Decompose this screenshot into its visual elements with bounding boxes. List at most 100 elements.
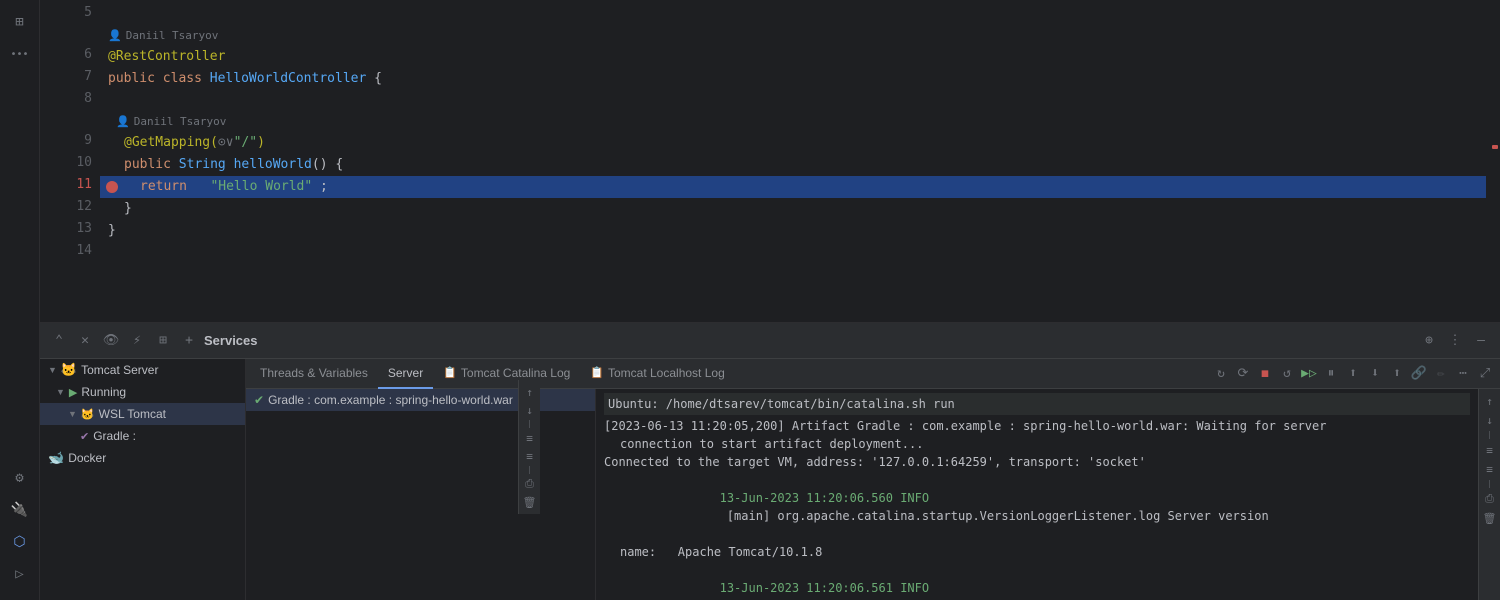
check-icon: ✔ [254, 393, 264, 407]
more-dots-icon[interactable]: ••• [6, 40, 34, 68]
catalina-icon: 📋 [443, 366, 457, 379]
artifact-align-btn[interactable]: ≡ [522, 448, 538, 464]
code-line-9: @GetMapping(⊙∨"/") [100, 132, 1486, 154]
console-line-5: 13-Jun-2023 11:20:06.561 INFO [main] org… [604, 561, 1470, 600]
stop-server-btn[interactable]: ◼ [1254, 363, 1276, 385]
wsl-label: WSL Tomcat [99, 407, 166, 421]
gradle-icon: ✔ [80, 430, 89, 443]
pause-btn[interactable]: ⏸ [1320, 363, 1342, 385]
console-panel: Ubuntu: /home/dtsarev/tomcat/bin/catalin… [596, 389, 1478, 600]
minimize-panel-icon[interactable]: — [1470, 330, 1492, 352]
deploy-up-btn[interactable]: ⬆ [1342, 363, 1364, 385]
separator [529, 420, 530, 428]
collapse-icon: ▼ [56, 387, 65, 397]
collapse-icon: ▼ [68, 409, 77, 419]
editor-area: 5 6 7 8 9 10 11 12 13 14 👤 Daniil Tsa [40, 0, 1500, 322]
localhost-icon: 📋 [590, 366, 604, 379]
plugins-icon[interactable]: 🔌 [6, 496, 34, 524]
upload-btn[interactable]: ⬆ [1386, 363, 1408, 385]
filter-icon[interactable]: ⚡ [126, 330, 148, 352]
console-line-4: name: Apache Tomcat/10.1.8 [604, 543, 1470, 561]
services-body: ▼ 🐱 Tomcat Server ▼ ▶ Running ▼ 🐱 WSL To… [40, 359, 1500, 600]
separator2 [529, 466, 530, 474]
view-icon[interactable]: 👁 [100, 330, 122, 352]
code-container: 5 6 7 8 9 10 11 12 13 14 👤 Daniil Tsa [40, 0, 1500, 322]
collapse-icon: ▼ [48, 365, 57, 375]
undeploy-btn[interactable]: ⬇ [1364, 363, 1386, 385]
artifact-delete-btn[interactable]: 🗑 [522, 494, 538, 510]
gradle-label: Gradle : [93, 429, 136, 443]
expand-icon[interactable]: ⊕ [1418, 330, 1440, 352]
refresh-left-btn[interactable]: ↻ [1210, 363, 1232, 385]
tab-threads[interactable]: Threads & Variables [250, 359, 378, 389]
settings-gear-icon[interactable]: ⚙ [6, 464, 34, 492]
tab-server[interactable]: Server [378, 359, 433, 389]
refresh-right-btn[interactable]: ⟳ [1232, 363, 1254, 385]
services-icon[interactable]: ⬡ [6, 528, 34, 556]
more-toolbar-btn[interactable]: ⋯ [1452, 363, 1474, 385]
structure-icon[interactable]: ⊞ [6, 8, 34, 36]
code-line-11: return "Hello World" ; [100, 176, 1486, 198]
expand-console-btn[interactable]: ⤢ [1474, 363, 1496, 385]
resume-btn[interactable]: ▶▷ [1298, 363, 1320, 385]
console-line-0: [2023-06-13 11:20:05,200] Artifact Gradl… [604, 417, 1470, 435]
clear-btn[interactable]: 🗑 [1482, 510, 1498, 526]
scroll-up-btn[interactable]: ↑ [1482, 393, 1498, 409]
services-header: ⌃ ✕ 👁 ⚡ ⊞ + Services ⊕ ⋮ — [40, 323, 1500, 359]
close-icon[interactable]: ✕ [74, 330, 96, 352]
artifact-down-btn[interactable]: ↓ [522, 402, 538, 418]
scroll-down-btn[interactable]: ↓ [1482, 412, 1498, 428]
artifact-print-btn[interactable]: ⎙ [522, 476, 538, 492]
tab-catalina[interactable]: 📋 Tomcat Catalina Log [433, 359, 580, 389]
tomcat-server-icon: 🐱 [61, 362, 77, 378]
link-btn[interactable]: 🔗 [1408, 363, 1430, 385]
main-content: 5 6 7 8 9 10 11 12 13 14 👤 Daniil Tsa [40, 0, 1500, 600]
code-line-8 [100, 90, 1486, 112]
code-line [100, 4, 1486, 26]
vsep2 [1489, 480, 1490, 488]
add-icon[interactable]: + [178, 330, 200, 352]
tree-item-tomcat[interactable]: ▼ 🐱 Tomcat Server [40, 359, 245, 381]
console-line-2: Connected to the target VM, address: '12… [604, 453, 1470, 471]
services-panel: ⌃ ✕ 👁 ⚡ ⊞ + Services ⊕ ⋮ — ▼ 🐱 Tomcat Se… [40, 322, 1500, 600]
more-options-icon[interactable]: ⋮ [1444, 330, 1466, 352]
tree-item-gradle[interactable]: ✔ Gradle : [40, 425, 245, 447]
artifact-up-btn[interactable]: ↑ [522, 389, 538, 400]
docker-icon: 🐋 [48, 450, 64, 466]
right-panel-actions: ↑ ↓ ≡ ≡ ⎙ 🗑 [1478, 389, 1500, 600]
tree-item-running[interactable]: ▼ ▶ Running [40, 381, 245, 403]
artifact-list-btn[interactable]: ≡ [522, 430, 538, 446]
soft-wrap-btn[interactable]: ≡ [1482, 442, 1498, 458]
code-line-13: } [100, 220, 1486, 242]
code-content: 👤 Daniil Tsaryov @RestController public … [100, 0, 1486, 322]
left-sidebar: ⊞ ••• ⚙ 🔌 ⬡ ▷ [0, 0, 40, 600]
scroll-end-btn[interactable]: ≡ [1482, 461, 1498, 477]
services-content: ✔ Gradle : com.example : spring-hello-wo… [246, 389, 1500, 600]
print-btn[interactable]: ⎙ [1482, 491, 1498, 507]
code-line-7: public class HelloWorldController { [100, 68, 1486, 90]
services-title: Services [204, 333, 258, 348]
code-line-6: @RestController [100, 46, 1486, 68]
rerun-btn[interactable]: ↺ [1276, 363, 1298, 385]
minimap-breakpoint [1492, 145, 1498, 149]
group-icon[interactable]: ⊞ [152, 330, 174, 352]
wsl-icon: 🐱 [81, 408, 95, 421]
code-line-14 [100, 242, 1486, 264]
artifact-item[interactable]: ✔ Gradle : com.example : spring-hello-wo… [246, 389, 595, 411]
tree-item-docker[interactable]: 🐋 Docker [40, 447, 245, 469]
tomcat-server-label: Tomcat Server [81, 363, 158, 377]
expand-collapse-icon[interactable]: ⌃ [48, 330, 70, 352]
tab-bar: Threads & Variables Server 📋 Tomcat Cata… [246, 359, 1500, 389]
code-line-10: public String helloWorld () { [100, 154, 1486, 176]
artifact-label: Gradle : com.example : spring-hello-worl… [268, 393, 513, 407]
running-label: Running [81, 385, 126, 399]
artifact-list: ✔ Gradle : com.example : spring-hello-wo… [246, 389, 596, 600]
tab-localhost[interactable]: 📋 Tomcat Localhost Log [580, 359, 734, 389]
running-icon: ▶ [69, 386, 77, 399]
line-numbers: 5 6 7 8 9 10 11 12 13 14 [40, 0, 100, 322]
code-line-12: } [100, 198, 1486, 220]
edit-pencil-btn[interactable]: ✏ [1430, 363, 1452, 385]
tree-item-wsl[interactable]: ▼ 🐱 WSL Tomcat [40, 403, 245, 425]
console-line-3: 13-Jun-2023 11:20:06.560 INFO [main] org… [604, 471, 1470, 543]
run-triangle-icon[interactable]: ▷ [6, 560, 34, 588]
